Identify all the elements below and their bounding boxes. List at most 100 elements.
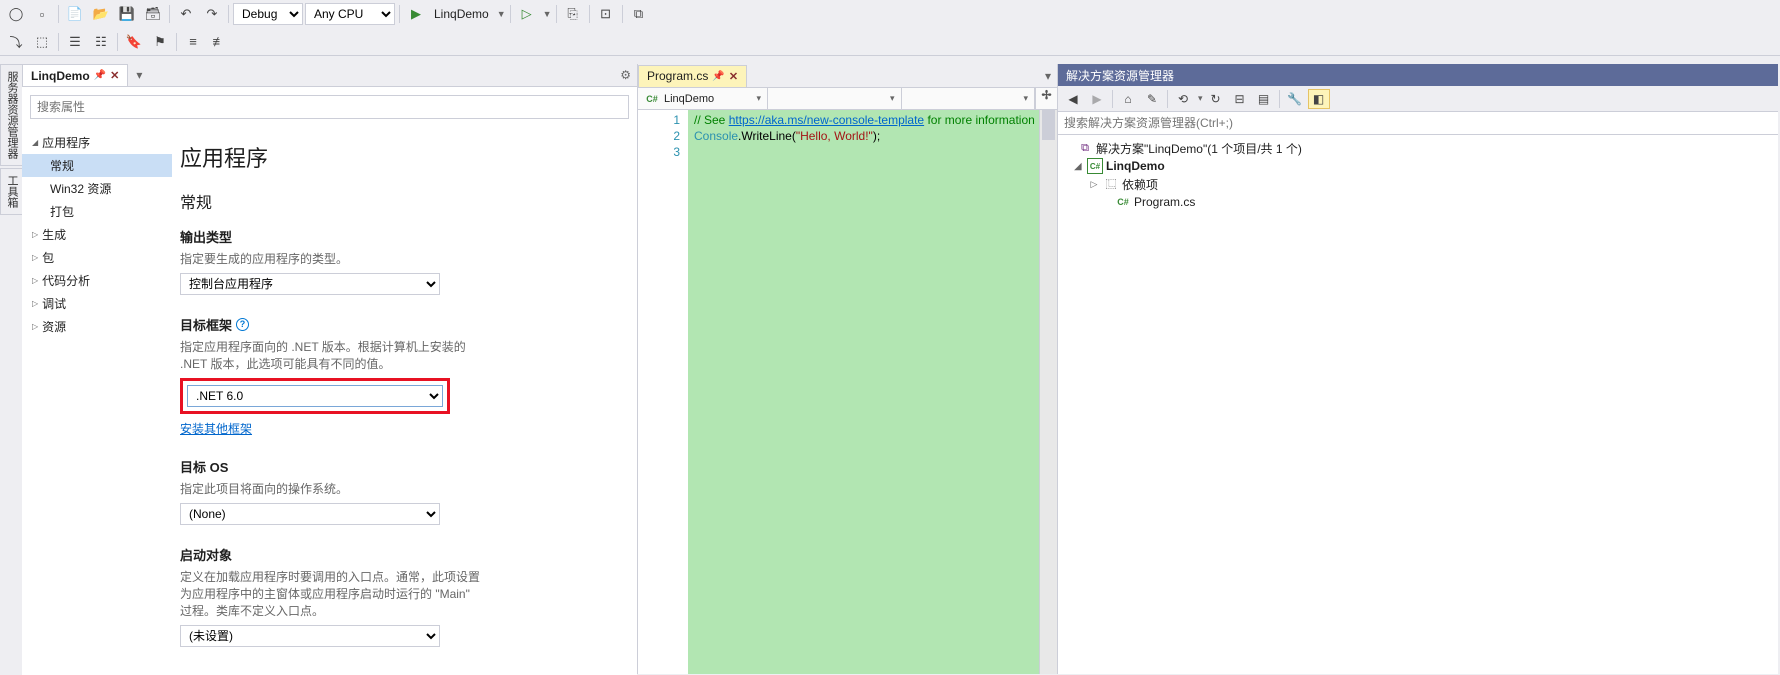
config-dropdown[interactable]: Debug — [233, 3, 303, 25]
nav-application[interactable]: 应用程序 — [22, 131, 172, 154]
server-explorer-tab[interactable]: 服务器资源管理器 — [0, 64, 24, 166]
refresh-icon[interactable]: ↻ — [1205, 89, 1227, 109]
new-file-icon[interactable]: 📄 — [63, 3, 87, 25]
solution-explorer-panel: 解决方案资源管理器 ◀ ▶ ⌂ ✎ ⟲ ▾ ↻ ⊟ ▤ 🔧 ◧ ⧉ 解决方案"L… — [1058, 64, 1778, 674]
nav-win32[interactable]: Win32 资源 — [22, 177, 172, 200]
split-editor-icon[interactable]: ✢ — [1035, 88, 1057, 109]
gear-icon[interactable]: ⚙ — [614, 68, 637, 82]
play-nodebug-dropdown-icon[interactable]: ▼ — [541, 9, 552, 19]
tree-file-program-cs[interactable]: C# Program.cs — [1060, 193, 1776, 211]
indent-icon[interactable]: ☰ — [63, 31, 87, 53]
tool-icon-2[interactable]: ⊡ — [594, 3, 618, 25]
tabstrip-dropdown-icon[interactable]: ▾ — [130, 68, 148, 82]
main-toolbar-row2: ⤵ ⬚ ☰ ☷ 🔖 ⚑ ≡ ≢ — [0, 28, 1780, 56]
tree-solution-node[interactable]: ⧉ 解决方案"LinqDemo"(1 个项目/共 1 个) — [1060, 139, 1776, 157]
code-area[interactable]: 123 // See https://aka.ms/new-console-te… — [638, 110, 1057, 674]
project-properties-panel: LinqDemo 📌 ✕ ▾ ⚙ 应用程序 常规 Win32 资源 打包 生成 … — [22, 64, 638, 674]
scrollbar-thumb[interactable] — [1042, 110, 1055, 140]
solution-explorer-title: 解决方案资源管理器 — [1058, 64, 1778, 86]
pin-icon[interactable]: 📌 — [94, 70, 106, 81]
nav-resources[interactable]: 资源 — [22, 315, 172, 338]
bookmark-icon[interactable]: 🔖 — [122, 31, 146, 53]
tool-icon-3[interactable]: ⧉ — [627, 3, 651, 25]
target-os-desc: 指定此项目将面向的操作系统。 — [180, 480, 480, 497]
close-icon[interactable]: ✕ — [729, 70, 738, 83]
run-target-label[interactable]: LinqDemo — [430, 7, 493, 21]
sol-fwd-icon[interactable]: ▶ — [1086, 89, 1108, 109]
sol-back-icon[interactable]: ◀ — [1062, 89, 1084, 109]
target-framework-label: 目标框架 ? — [180, 315, 613, 334]
collapse-icon[interactable]: ⊟ — [1229, 89, 1251, 109]
editor-project-dropdown[interactable]: C# LinqDemo ▾ — [638, 88, 768, 109]
comment-icon[interactable]: ≡ — [181, 31, 205, 53]
target-os-select[interactable]: (None) — [180, 503, 440, 525]
outdent-icon[interactable]: ☷ — [89, 31, 113, 53]
toolbox-tab[interactable]: 工具箱 — [0, 168, 24, 215]
install-frameworks-link[interactable]: 安装其他框架 — [180, 420, 252, 437]
startup-object-label: 启动对象 — [180, 545, 613, 564]
tree-dependencies-node[interactable]: ▷ ⿺ 依赖项 — [1060, 175, 1776, 193]
redo-icon[interactable]: ↷ — [200, 3, 224, 25]
undo-icon[interactable]: ↶ — [174, 3, 198, 25]
solution-search-box[interactable] — [1058, 112, 1778, 135]
csharp-icon: C# — [644, 91, 660, 107]
nav-pkg[interactable]: 包 — [22, 246, 172, 269]
help-icon[interactable]: ? — [236, 318, 249, 331]
nav-package[interactable]: 打包 — [22, 200, 172, 223]
step-icon-2[interactable]: ⬚ — [30, 31, 54, 53]
play-nodebug-icon[interactable]: ▷ — [515, 3, 539, 25]
open-icon[interactable]: 📂 — [89, 3, 113, 25]
nav-build[interactable]: 生成 — [22, 223, 172, 246]
nav-back-icon[interactable]: ◯ — [4, 3, 28, 25]
props-content: 应用程序 常规 输出类型 指定要生成的应用程序的类型。 控制台应用程序 目标框架… — [172, 127, 637, 675]
project-icon: C# — [1087, 158, 1103, 174]
expand-icon[interactable]: ◢ — [1072, 161, 1084, 172]
page-title: 应用程序 — [180, 141, 613, 173]
output-type-select[interactable]: 控制台应用程序 — [180, 273, 440, 295]
field-target-os: 目标 OS 指定此项目将面向的操作系统。 (None) — [180, 457, 613, 525]
nav-general[interactable]: 常规 — [22, 154, 172, 177]
sync-icon[interactable]: ⟲ — [1172, 89, 1194, 109]
props-nav: 应用程序 常规 Win32 资源 打包 生成 包 代码分析 调试 资源 — [22, 127, 172, 675]
play-icon[interactable]: ▶ — [404, 3, 428, 25]
close-icon[interactable]: ✕ — [110, 69, 119, 82]
editor-namespace-dropdown[interactable]: ▾ — [768, 88, 902, 109]
flag-icon[interactable]: ⚑ — [148, 31, 172, 53]
editor-member-dropdown[interactable]: ▾ — [902, 88, 1036, 109]
pin-icon[interactable]: 📌 — [712, 71, 724, 82]
code-text[interactable]: // See https://aka.ms/new-console-templa… — [688, 110, 1057, 674]
section-title: 常规 — [180, 189, 613, 213]
preview-icon[interactable]: ◧ — [1308, 89, 1330, 109]
field-startup-object: 启动对象 定义在加载应用程序时要调用的入口点。通常，此项设置为应用程序中的主窗体… — [180, 545, 613, 647]
expand-icon[interactable]: ▷ — [1088, 179, 1100, 190]
startup-object-select[interactable]: (未设置) — [180, 625, 440, 647]
nav-code-analysis[interactable]: 代码分析 — [22, 269, 172, 292]
props-search-input[interactable] — [31, 96, 628, 118]
run-target-dropdown-icon[interactable]: ▼ — [495, 9, 506, 19]
tabstrip-dropdown-icon[interactable]: ▾ — [1039, 69, 1057, 83]
home-icon[interactable]: ⌂ — [1117, 89, 1139, 109]
save-all-icon[interactable]: 🗃 — [141, 3, 165, 25]
solution-search-input[interactable] — [1058, 112, 1778, 134]
sol-tool-icon[interactable]: ✎ — [1141, 89, 1163, 109]
properties-icon[interactable]: 🔧 — [1284, 89, 1306, 109]
dependencies-icon: ⿺ — [1103, 176, 1119, 192]
platform-dropdown[interactable]: Any CPU — [305, 3, 395, 25]
uncomment-icon[interactable]: ≢ — [207, 31, 231, 53]
editor-context-bar: C# LinqDemo ▾ ▾ ▾ ✢ — [638, 88, 1057, 110]
save-icon[interactable]: 💾 — [115, 3, 139, 25]
props-search-box[interactable] — [30, 95, 629, 119]
step-icon-1[interactable]: ⤵ — [4, 31, 28, 53]
tab-linqdemo-props[interactable]: LinqDemo 📌 ✕ — [22, 64, 128, 86]
framework-highlight: .NET 6.0 — [180, 378, 450, 414]
nav-fwd-icon[interactable]: ▫ — [30, 3, 54, 25]
nav-debug[interactable]: 调试 — [22, 292, 172, 315]
show-all-icon[interactable]: ▤ — [1253, 89, 1275, 109]
tree-project-node[interactable]: ◢ C# LinqDemo — [1060, 157, 1776, 175]
solution-toolbar: ◀ ▶ ⌂ ✎ ⟲ ▾ ↻ ⊟ ▤ 🔧 ◧ — [1058, 86, 1778, 112]
target-framework-select[interactable]: .NET 6.0 — [187, 385, 443, 407]
solution-icon: ⧉ — [1077, 140, 1093, 156]
tab-program-cs[interactable]: Program.cs 📌 ✕ — [638, 65, 747, 87]
editor-scrollbar[interactable] — [1039, 110, 1057, 674]
tool-icon-1[interactable]: ⎘ — [561, 3, 585, 25]
